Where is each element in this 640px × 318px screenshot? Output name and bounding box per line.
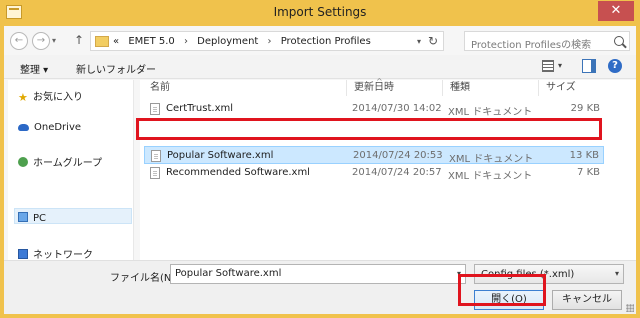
- file-list: ^ 名前 更新日時 種類 サイズ CertTrust.xml 2014/07/3…: [140, 77, 636, 260]
- column-divider[interactable]: [346, 80, 347, 96]
- help-icon[interactable]: ?: [608, 59, 622, 73]
- sidebar-item-network[interactable]: ネットワーク: [18, 246, 93, 261]
- column-header-date[interactable]: 更新日時: [354, 80, 394, 96]
- command-toolbar: 整理 ▾ 新しいフォルダー ▾ ?: [4, 55, 636, 79]
- resize-grip-icon[interactable]: [626, 304, 634, 312]
- search-input[interactable]: Protection Profilesの検索: [464, 31, 630, 51]
- breadcrumb-item[interactable]: EMET 5.0: [128, 36, 174, 47]
- selected-file-highlight-annotation: [136, 118, 602, 140]
- sidebar-item-label: ホームグループ: [33, 158, 103, 169]
- open-button-highlight-annotation: [458, 274, 546, 306]
- filename-label: ファイル名(N):: [110, 273, 179, 284]
- breadcrumb-item[interactable]: Deployment: [197, 36, 258, 47]
- sidebar-item-label: お気に入り: [33, 92, 83, 103]
- import-settings-dialog: Import Settings ✕ ← → ▾ ↑ « EMET 5.0 › D…: [0, 0, 640, 318]
- computer-icon: [18, 212, 28, 222]
- sidebar-item-label: PC: [33, 213, 47, 224]
- change-view-icon[interactable]: [542, 60, 554, 72]
- navigation-bar: ← → ▾ ↑ « EMET 5.0 › Deployment › Protec…: [4, 28, 636, 54]
- sidebar-item-favorites[interactable]: ★ お気に入り: [18, 88, 83, 104]
- breadcrumb-overflow[interactable]: «: [113, 36, 119, 47]
- search-placeholder: Protection Profilesの検索: [471, 40, 592, 51]
- cancel-button[interactable]: キャンセル: [552, 290, 622, 310]
- xml-file-icon: [150, 167, 160, 179]
- file-name: Popular Software.xml: [167, 150, 274, 161]
- organize-button[interactable]: 整理 ▾: [20, 61, 48, 76]
- file-date: 2014/07/24 20:53: [353, 150, 443, 161]
- file-name: CertTrust.xml: [166, 103, 234, 114]
- sidebar-item-onedrive[interactable]: OneDrive: [18, 122, 81, 133]
- file-type: XML ドキュメント: [448, 107, 533, 118]
- preview-pane-icon[interactable]: [582, 59, 596, 73]
- address-bar[interactable]: « EMET 5.0 › Deployment › Protection Pro…: [90, 31, 444, 51]
- close-button[interactable]: ✕: [598, 1, 634, 21]
- file-date: 2014/07/24 20:57: [352, 167, 442, 178]
- column-header-type[interactable]: 種類: [450, 80, 470, 96]
- file-row-certtrust[interactable]: CertTrust.xml 2014/07/30 14:02 XML ドキュメン…: [144, 100, 604, 118]
- file-type: XML ドキュメント: [449, 154, 534, 165]
- column-divider[interactable]: [538, 80, 539, 96]
- cloud-icon: [18, 124, 29, 131]
- chevron-down-icon[interactable]: ▾: [615, 269, 619, 278]
- search-icon[interactable]: [614, 36, 624, 46]
- homegroup-icon: [18, 157, 28, 167]
- file-date: 2014/07/30 14:02: [352, 103, 442, 114]
- refresh-icon[interactable]: ↻: [428, 34, 438, 48]
- file-size: 29 KB: [570, 103, 600, 114]
- xml-file-icon: [150, 103, 160, 115]
- title-bar[interactable]: Import Settings ✕: [0, 0, 640, 26]
- xml-file-icon: [151, 150, 161, 162]
- file-row-popular-software[interactable]: Popular Software.xml 2014/07/24 20:53 XM…: [144, 146, 604, 165]
- new-folder-button[interactable]: 新しいフォルダー: [76, 61, 156, 76]
- window-title: Import Settings: [273, 5, 367, 19]
- up-folder-button[interactable]: ↑: [74, 33, 84, 47]
- column-header-name[interactable]: 名前: [150, 80, 170, 96]
- address-dropdown-icon[interactable]: ▾: [417, 37, 421, 46]
- column-divider[interactable]: [442, 80, 443, 96]
- sidebar-item-homegroup[interactable]: ホームグループ: [18, 154, 102, 169]
- dialog-body: ← → ▾ ↑ « EMET 5.0 › Deployment › Protec…: [4, 26, 636, 314]
- filename-combobox[interactable]: Popular Software.xml ▾: [170, 264, 466, 284]
- breadcrumb: « EMET 5.0 › Deployment › Protection Pro…: [113, 36, 371, 47]
- file-name: Recommended Software.xml: [166, 167, 310, 178]
- column-header-size[interactable]: サイズ: [546, 80, 576, 96]
- folder-icon: [95, 36, 109, 47]
- view-options-dropdown-icon[interactable]: ▾: [558, 61, 562, 70]
- breadcrumb-item[interactable]: Protection Profiles: [281, 36, 371, 47]
- recent-locations-dropdown-icon[interactable]: ▾: [52, 36, 56, 45]
- sidebar-item-label: OneDrive: [34, 122, 82, 133]
- sidebar-item-pc[interactable]: PC: [18, 212, 46, 224]
- file-row-recommended-software[interactable]: Recommended Software.xml 2014/07/24 20:5…: [144, 164, 604, 182]
- breadcrumb-separator-icon[interactable]: ›: [268, 36, 272, 47]
- back-button[interactable]: ←: [10, 32, 28, 50]
- filename-value[interactable]: Popular Software.xml: [175, 268, 281, 279]
- navigation-pane: ★ お気に入り OneDrive ホームグループ PC ネットワーク: [8, 80, 134, 261]
- star-icon: ★: [18, 91, 28, 104]
- forward-button[interactable]: →: [32, 32, 50, 50]
- file-size: 7 KB: [577, 167, 600, 178]
- network-icon: [18, 249, 28, 259]
- breadcrumb-separator-icon[interactable]: ›: [184, 36, 188, 47]
- file-type: XML ドキュメント: [448, 171, 533, 182]
- file-size: 13 KB: [569, 150, 599, 161]
